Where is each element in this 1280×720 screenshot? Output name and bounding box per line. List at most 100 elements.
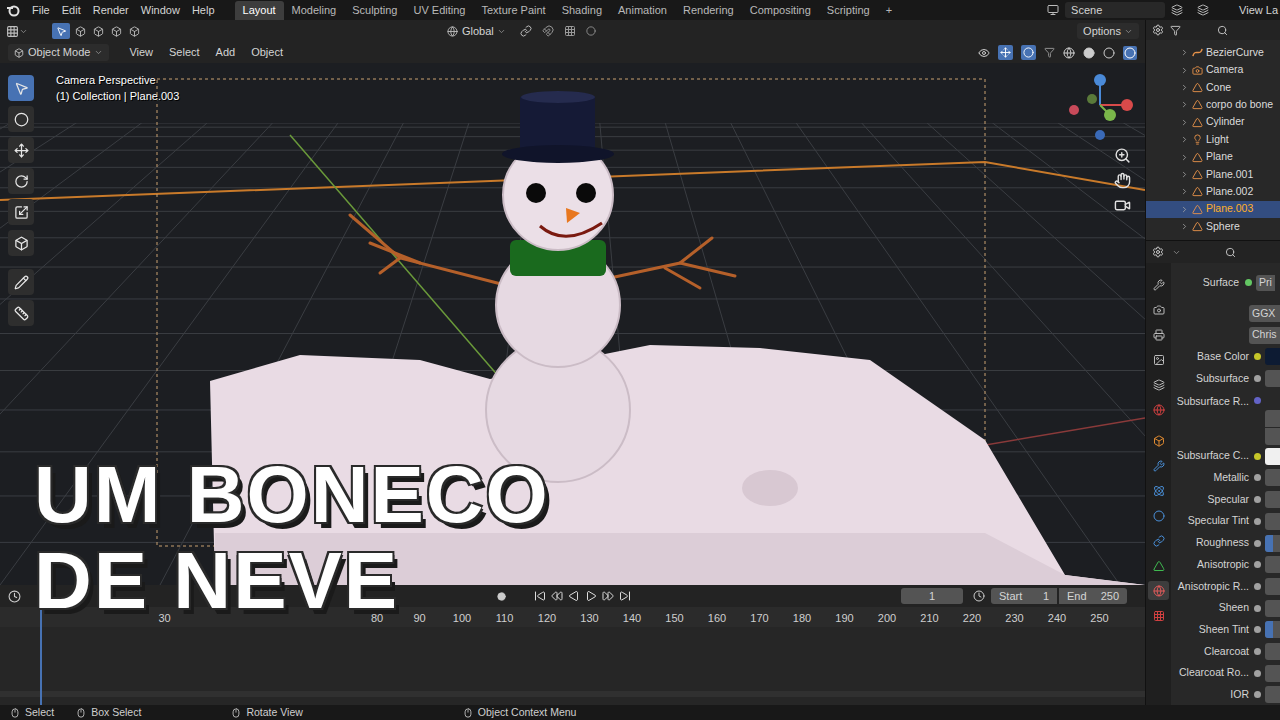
properties-tab[interactable]	[1148, 350, 1169, 369]
tool-button[interactable]	[8, 168, 34, 194]
workspace-tab[interactable]: Scripting	[819, 1, 878, 20]
timeline-editor-icon[interactable]	[8, 590, 21, 603]
properties-tab[interactable]	[1148, 556, 1169, 575]
value-field[interactable]	[1265, 513, 1280, 530]
viewport-menu[interactable]: View	[121, 44, 161, 61]
play-reverse-icon[interactable]	[568, 590, 580, 602]
outliner-search-icon[interactable]	[1217, 25, 1228, 36]
outliner-row[interactable]: Camera	[1146, 61, 1280, 78]
color-swatch[interactable]	[1265, 348, 1280, 365]
distribution-field[interactable]: GGX	[1249, 305, 1280, 322]
tool-button[interactable]	[8, 269, 34, 295]
slider-field[interactable]	[1265, 621, 1280, 638]
select-mode-icon[interactable]	[75, 26, 86, 37]
timeline-ruler[interactable]: 3080901001101201301401501601701801902002…	[0, 607, 1145, 627]
jump-end-icon[interactable]	[619, 590, 631, 602]
properties-tab[interactable]	[1148, 375, 1169, 394]
snap-target-icon[interactable]	[564, 25, 576, 37]
value-field[interactable]	[1265, 643, 1280, 660]
playhead[interactable]	[40, 607, 42, 705]
tool-button[interactable]	[8, 106, 34, 132]
tool-button[interactable]	[8, 199, 34, 225]
outliner-filter-icon[interactable]	[1170, 25, 1181, 36]
current-frame-field[interactable]: 1	[901, 588, 963, 604]
surface-field[interactable]: Pri	[1256, 275, 1275, 291]
viewport[interactable]: Camera Perspective(1) Collection | Plane…	[0, 63, 1145, 585]
properties-tab[interactable]	[1148, 431, 1169, 450]
properties-tab[interactable]	[1148, 506, 1169, 525]
select-mode-icon[interactable]	[111, 26, 122, 37]
workspace-tab[interactable]: Rendering	[675, 1, 742, 20]
workspace-tab[interactable]: Shading	[554, 1, 610, 20]
expand-icon[interactable]	[1180, 170, 1189, 179]
outliner-row[interactable]: BezierCurve	[1146, 44, 1280, 61]
expand-icon[interactable]	[1180, 100, 1189, 109]
properties-tab[interactable]	[1148, 325, 1169, 344]
tool-button[interactable]	[8, 300, 34, 326]
workspace-tab[interactable]: Layout	[235, 1, 284, 20]
select-mode-icon[interactable]	[56, 26, 67, 37]
snap-icon[interactable]	[542, 25, 554, 37]
expand-icon[interactable]	[1180, 153, 1189, 162]
workspace-tab[interactable]: Compositing	[742, 1, 819, 20]
expand-icon[interactable]	[1180, 66, 1189, 75]
outliner-row[interactable]: Plane.001	[1146, 166, 1280, 183]
tool-button[interactable]	[8, 230, 34, 256]
properties-tab[interactable]	[1148, 275, 1169, 294]
menu-item[interactable]: File	[26, 2, 56, 19]
timeline-track[interactable]	[0, 627, 1145, 705]
zoom-icon[interactable]	[1114, 147, 1131, 164]
workspace-tab[interactable]: UV Editing	[405, 1, 473, 20]
gizmo-toggle-icon[interactable]	[1000, 47, 1011, 58]
value-field[interactable]	[1265, 600, 1280, 617]
properties-tab[interactable]	[1148, 300, 1169, 319]
start-frame-field[interactable]: Start1	[991, 588, 1057, 604]
xray-icon[interactable]	[1044, 47, 1055, 58]
slider-field[interactable]	[1265, 535, 1280, 552]
outliner-row[interactable]: Plane.003	[1146, 201, 1280, 218]
pivot-icon[interactable]	[520, 25, 532, 37]
menu-item[interactable]: Edit	[56, 2, 87, 19]
properties-tab[interactable]	[1148, 531, 1169, 550]
value-field[interactable]	[1265, 665, 1280, 682]
menu-item[interactable]: Help	[186, 2, 221, 19]
outliner-row[interactable]: Plane.002	[1146, 183, 1280, 200]
color-swatch[interactable]	[1265, 448, 1280, 465]
outliner-row[interactable]: corpo do bone	[1146, 96, 1280, 113]
viewport-menu[interactable]: Add	[208, 44, 244, 61]
workspace-tab[interactable]: Animation	[610, 1, 675, 20]
value-field[interactable]	[1265, 556, 1280, 573]
end-frame-field[interactable]: End250	[1059, 588, 1127, 604]
menu-item[interactable]: Window	[135, 2, 186, 19]
outliner-row[interactable]: Sphere	[1146, 218, 1280, 235]
solid-shading-icon[interactable]	[1083, 47, 1095, 59]
blender-logo-icon[interactable]	[6, 3, 20, 17]
prev-keyframe-icon[interactable]	[551, 590, 563, 602]
properties-editor-icon[interactable]	[1152, 246, 1164, 258]
camera-view-icon[interactable]	[1114, 197, 1131, 214]
rendered-shading-icon[interactable]	[1124, 47, 1136, 59]
vector-field[interactable]	[1265, 394, 1280, 445]
viewport-menu[interactable]: Object	[243, 44, 291, 61]
properties-tab[interactable]	[1148, 456, 1169, 475]
expand-icon[interactable]	[1180, 205, 1189, 214]
wireframe-shading-icon[interactable]	[1063, 47, 1075, 59]
visibility-icon[interactable]	[978, 47, 990, 59]
next-keyframe-icon[interactable]	[602, 590, 614, 602]
view-layer-field[interactable]: View La	[1239, 2, 1280, 19]
expand-icon[interactable]	[1180, 187, 1189, 196]
outliner-editor-icon[interactable]	[1152, 24, 1164, 36]
expand-icon[interactable]	[1180, 222, 1189, 231]
copy-scene-icon[interactable]	[1171, 4, 1183, 16]
outliner-row[interactable]: Light	[1146, 131, 1280, 148]
select-mode-icon[interactable]	[93, 26, 104, 37]
expand-icon[interactable]	[1180, 83, 1189, 92]
expand-icon[interactable]	[1180, 118, 1189, 127]
tool-button[interactable]	[8, 137, 34, 163]
workspace-tab[interactable]: Texture Paint	[473, 1, 553, 20]
record-icon[interactable]	[497, 592, 506, 601]
expand-icon[interactable]	[1180, 48, 1189, 57]
preview-range-icon[interactable]	[973, 590, 985, 602]
jump-start-icon[interactable]	[534, 590, 546, 602]
pan-icon[interactable]	[1114, 172, 1131, 189]
